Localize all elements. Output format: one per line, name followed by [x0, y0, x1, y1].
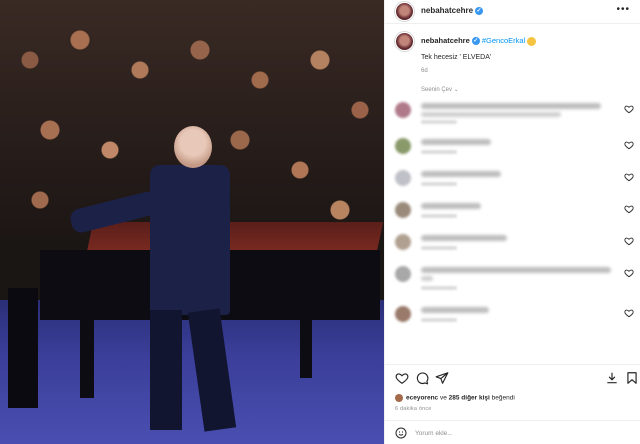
avatar[interactable] — [395, 202, 411, 218]
heart-icon[interactable] — [624, 204, 634, 214]
liker-username[interactable]: eceyorenc — [406, 395, 438, 402]
comment-input[interactable] — [415, 426, 595, 440]
verified-icon: ✓ — [471, 37, 480, 46]
comment-box — [385, 420, 640, 444]
caption-header: nebahatcehre ✓ #GencoErkal — [421, 36, 537, 46]
blurred-comment — [421, 139, 491, 145]
heart-icon[interactable] — [624, 236, 634, 246]
heart-icon[interactable] — [624, 104, 634, 114]
share-icon[interactable] — [435, 371, 449, 385]
header-username[interactable]: nebahatcehre ✓ — [421, 6, 484, 15]
blurred-comment — [421, 203, 481, 209]
post-panel: nebahatcehre ✓ ••• nebahatcehre ✓ #GencoEr… — [385, 0, 640, 444]
list-item — [385, 302, 640, 342]
comment-meta — [421, 318, 457, 322]
action-bar — [385, 364, 640, 386]
caption-time[interactable]: 6d — [421, 68, 428, 74]
avatar — [395, 394, 403, 402]
piano-leg — [300, 318, 312, 378]
caption-mention[interactable]: #GencoErkal — [482, 36, 525, 45]
piano-bench — [8, 288, 38, 408]
likes-joiner: ve — [438, 394, 449, 402]
likes-count[interactable]: 285 diğer kişi — [449, 395, 490, 402]
comment-meta — [421, 120, 457, 124]
blurred-comment — [421, 307, 489, 313]
heart-icon[interactable] — [624, 308, 634, 318]
post-time: 6 dakika önce — [395, 406, 432, 412]
post-header: nebahatcehre ✓ ••• — [385, 0, 640, 24]
comment-meta — [421, 246, 457, 250]
blurred-comment — [421, 112, 561, 117]
heart-icon[interactable] — [624, 268, 634, 278]
emoji-icon — [527, 36, 537, 46]
avatar[interactable] — [395, 32, 414, 51]
piano-lid — [86, 222, 384, 252]
caption-username[interactable]: nebahatcehre — [421, 36, 470, 45]
blurred-comment — [421, 171, 501, 177]
comment-meta — [421, 214, 457, 218]
blurred-comment — [421, 276, 433, 281]
comment-meta — [421, 150, 457, 154]
download-icon[interactable] — [605, 371, 619, 385]
list-item — [385, 262, 640, 302]
comment-meta — [421, 182, 457, 186]
verified-icon: ✓ — [475, 6, 484, 15]
blurred-comment — [421, 267, 611, 273]
performer-body — [150, 165, 230, 315]
list-item — [385, 98, 640, 138]
post-photo[interactable] — [0, 0, 384, 444]
avatar[interactable] — [395, 2, 414, 21]
avatar[interactable] — [395, 138, 411, 154]
caption-text: Tek hecesiz ' ELVEDA' — [421, 54, 492, 61]
heart-icon[interactable] — [395, 371, 409, 385]
comment-meta — [421, 286, 457, 290]
avatar[interactable] — [395, 266, 411, 282]
likes-summary[interactable]: eceyorenc ve 285 diğer kişi beğendi — [395, 394, 515, 402]
translate-label: Seenin Çev — [421, 87, 453, 93]
chevron-down-icon: ⌄ — [453, 87, 459, 93]
more-icon[interactable]: ••• — [616, 4, 630, 15]
avatar[interactable] — [395, 102, 411, 118]
performer-head — [174, 126, 212, 168]
blurred-comment — [421, 103, 601, 109]
piano-leg — [80, 318, 94, 398]
blurred-comment — [421, 235, 507, 241]
comment-icon[interactable] — [415, 371, 429, 385]
likes-suffix: beğendi — [489, 394, 515, 402]
translate-link[interactable]: Seenin Çev ⌄ — [421, 86, 459, 93]
avatar[interactable] — [395, 306, 411, 322]
heart-icon[interactable] — [624, 172, 634, 182]
emoji-icon[interactable] — [395, 427, 407, 439]
username-text[interactable]: nebahatcehre — [421, 6, 473, 15]
performer-leg — [150, 310, 182, 430]
avatar[interactable] — [395, 234, 411, 250]
heart-icon[interactable] — [624, 140, 634, 150]
avatar[interactable] — [395, 170, 411, 186]
save-icon[interactable] — [625, 371, 639, 385]
